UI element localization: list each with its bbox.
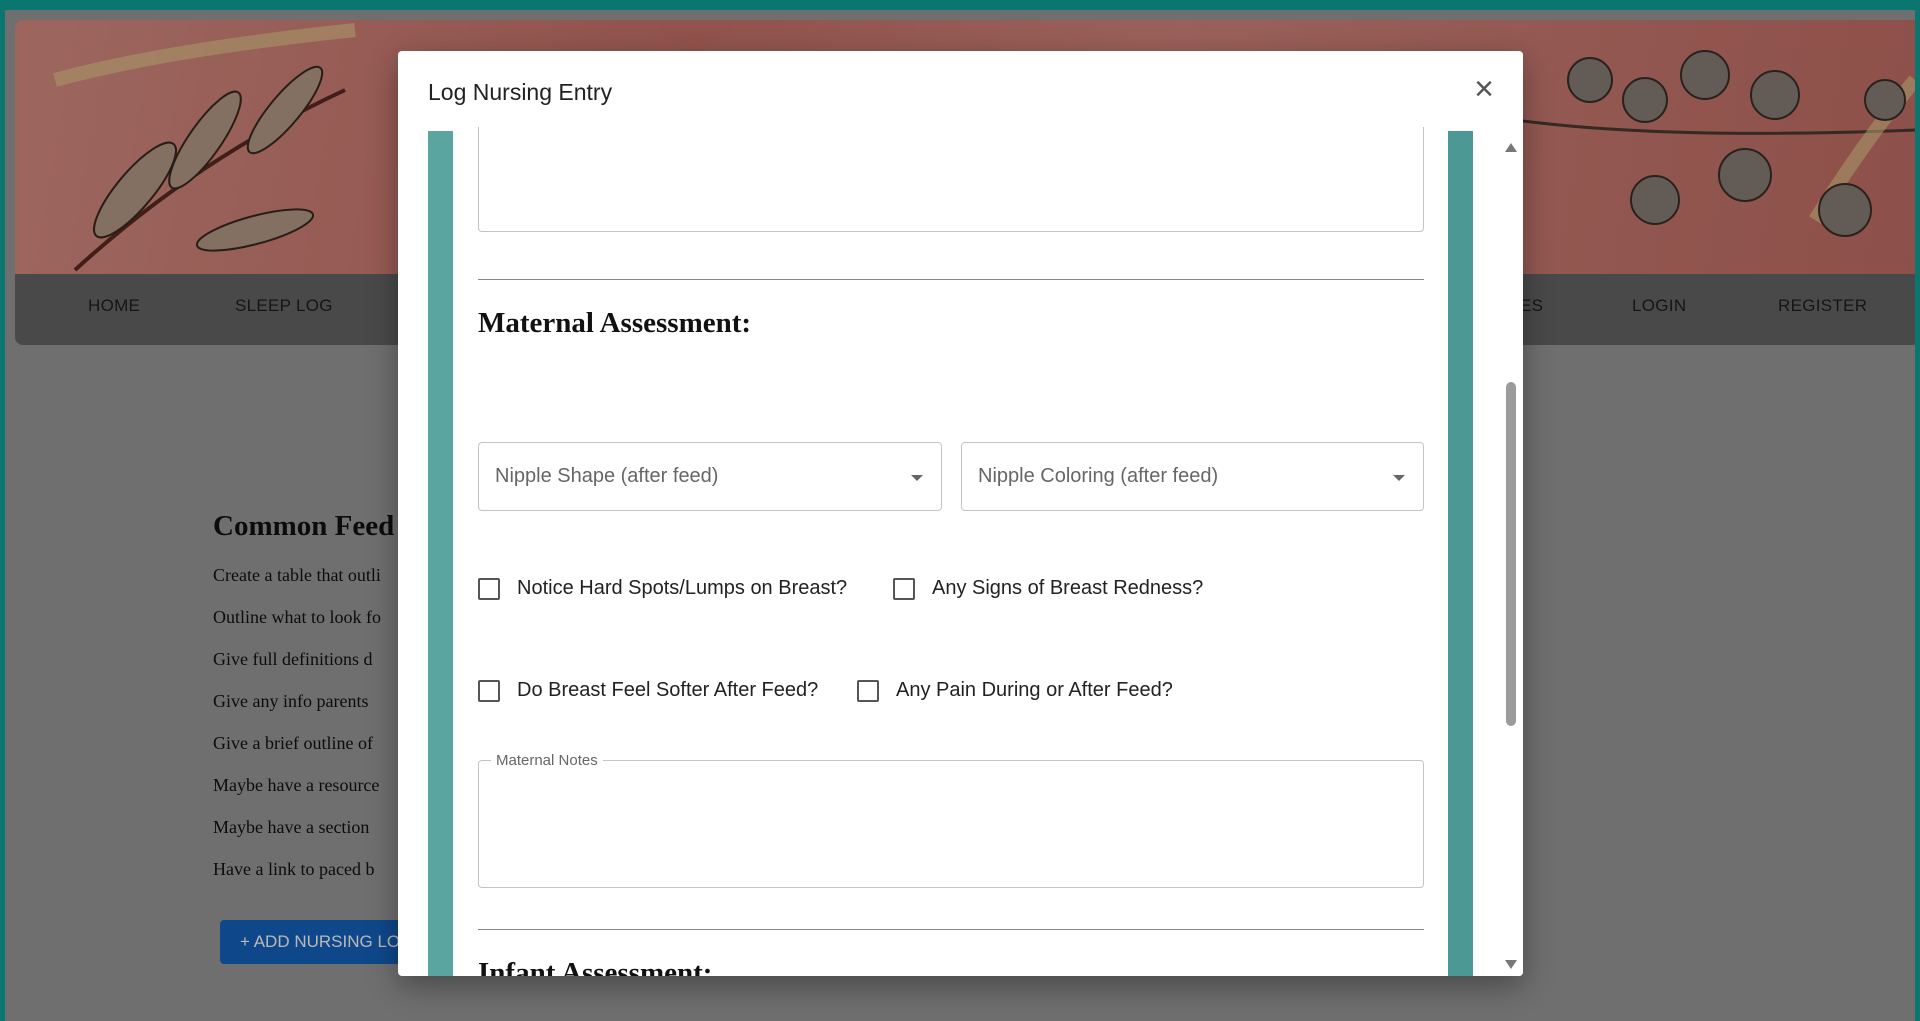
maternal-notes-field[interactable]: Maternal Notes [478,752,1424,888]
scroll-down-arrow-icon[interactable] [1505,960,1517,969]
checkbox-label: Any Signs of Breast Redness? [932,577,1204,599]
checkbox-label: Notice Hard Spots/Lumps on Breast? [517,577,848,599]
checkbox-label: Do Breast Feel Softer After Feed? [517,679,819,701]
dialog-title: Log Nursing Entry [428,79,613,105]
checkbox-box[interactable] [478,680,500,702]
maternal-notes-label: Maternal Notes [491,752,603,769]
section-divider [478,279,1424,280]
dialog-header: Log Nursing Entry × [398,51,1523,131]
checkbox-row: Notice Hard Spots/Lumps on Breast? Any S… [478,575,1424,605]
log-nursing-entry-dialog: Log Nursing Entry × Maternal Assessment:… [398,51,1523,976]
chevron-down-icon [1393,475,1405,481]
dialog-body: Maternal Assessment: Nipple Shape (after… [428,127,1473,976]
checkbox-box[interactable] [893,578,915,600]
form-panel: Maternal Assessment: Nipple Shape (after… [453,127,1448,976]
checkbox-label: Any Pain During or After Feed? [896,679,1173,701]
maternal-assessment-heading: Maternal Assessment: [478,307,752,339]
nipple-shape-placeholder: Nipple Shape (after feed) [495,465,719,487]
nipple-coloring-placeholder: Nipple Coloring (after feed) [978,465,1219,487]
nipple-shape-select[interactable]: Nipple Shape (after feed) [478,442,942,511]
infant-assessment-heading: Infant Assessment: [478,957,713,976]
dialog-scrollbar[interactable] [1498,131,1523,976]
checkbox-row: Do Breast Feel Softer After Feed? Any Pa… [478,677,1424,707]
section-divider [478,929,1424,930]
previous-notes-textarea[interactable] [478,127,1424,232]
chevron-down-icon [911,475,923,481]
nipple-coloring-select[interactable]: Nipple Coloring (after feed) [961,442,1424,511]
scrollbar-thumb[interactable] [1506,382,1516,726]
close-icon[interactable]: × [1469,72,1499,106]
scroll-up-arrow-icon[interactable] [1505,143,1517,152]
checkbox-box[interactable] [478,578,500,600]
checkbox-box[interactable] [857,680,879,702]
